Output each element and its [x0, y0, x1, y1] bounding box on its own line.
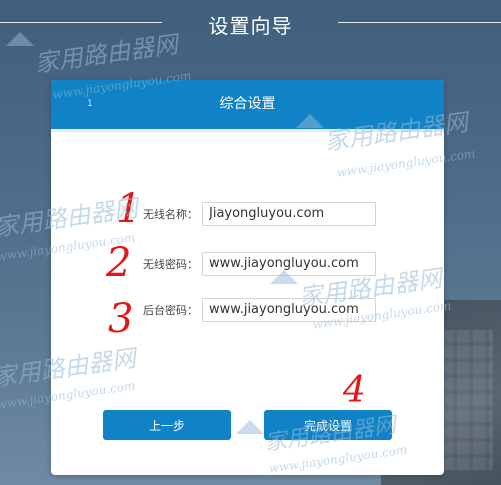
watermark-house-icon	[236, 420, 264, 434]
finish-setup-button[interactable]: 完成设置	[264, 410, 392, 440]
wireless-name-input[interactable]	[202, 202, 376, 226]
watermark-house-icon	[270, 270, 298, 284]
panel-divider	[51, 129, 444, 132]
annotation-marker-3: 3	[108, 296, 134, 342]
wireless-name-label: 无线名称：	[143, 208, 198, 221]
header-divider-right	[338, 22, 501, 23]
panel-title: 综合设置	[219, 96, 276, 112]
wireless-password-label: 无线密码：	[143, 258, 198, 271]
annotation-marker-2: 2	[106, 240, 132, 286]
prev-step-button[interactable]: 上一步	[103, 410, 231, 440]
annotation-marker-1: 1	[116, 186, 142, 232]
panel-header: 1 综合设置	[51, 80, 444, 129]
watermark-house-icon	[6, 32, 34, 46]
admin-password-label: 后台密码：	[143, 304, 198, 317]
admin-password-input[interactable]	[202, 298, 376, 322]
wireless-name-row: 无线名称：	[51, 202, 444, 228]
panel-step-number: 1	[87, 99, 93, 109]
page-title: 设置向导	[208, 14, 293, 38]
watermark-house-icon	[296, 114, 324, 128]
annotation-marker-4: 4	[343, 370, 366, 411]
